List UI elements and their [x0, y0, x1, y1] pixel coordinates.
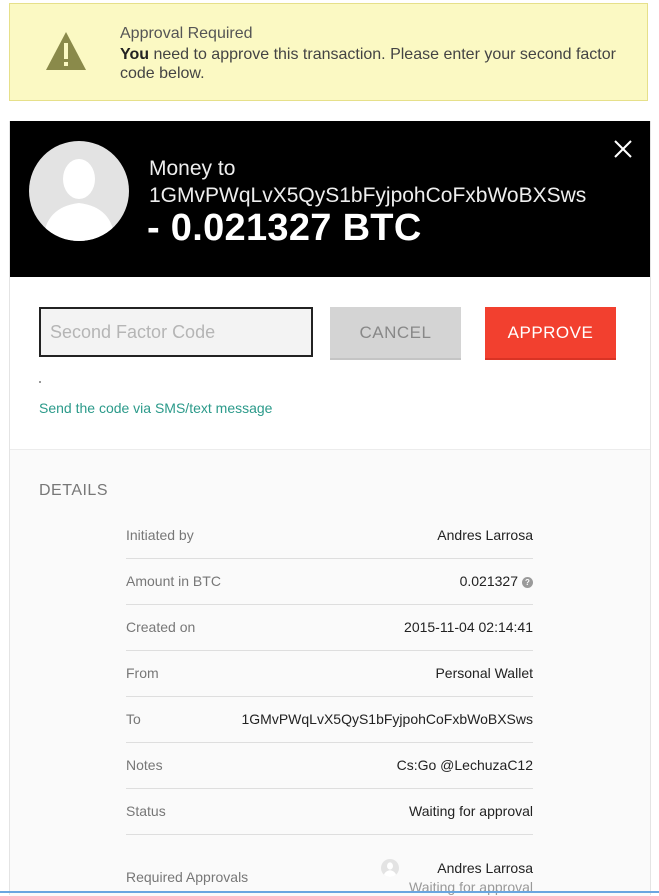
approver-avatar: [381, 859, 400, 877]
detail-label: Created on: [126, 619, 196, 635]
approval-alert: Approval Required You need to approve th…: [9, 3, 648, 101]
detail-row-status: Status Waiting for approval: [126, 788, 533, 835]
alert-message: You need to approve this transaction. Pl…: [120, 45, 620, 83]
detail-row-initiated-by: Initiated by Andres Larrosa: [126, 512, 533, 559]
detail-label: Amount in BTC: [126, 573, 221, 589]
detail-value: Personal Wallet: [435, 665, 533, 681]
detail-row-notes: Notes Cs:Go @LechuzaC12: [126, 742, 533, 789]
detail-value: 2015-11-04 02:14:41: [404, 619, 533, 635]
detail-value: Andres Larrosa: [437, 527, 533, 543]
detail-row-created-on: Created on 2015-11-04 02:14:41: [126, 604, 533, 651]
detail-row-from: From Personal Wallet: [126, 650, 533, 697]
send-sms-link[interactable]: Send the code via SMS/text message: [39, 400, 272, 416]
detail-label: Initiated by: [126, 527, 194, 543]
transaction-panel: Money to 1GMvPWqLvX5QyS1bFyjpohCoFxbWoBX…: [9, 121, 651, 896]
details-title: DETAILS: [39, 482, 108, 499]
detail-row-to: To 1GMvPWqLvX5QyS1bFyjpohCoFxbWoBXSws: [126, 696, 533, 743]
second-factor-code-input[interactable]: [39, 307, 313, 357]
cancel-button[interactable]: CANCEL: [330, 307, 461, 360]
detail-value: 0.021327: [459, 573, 518, 589]
alert-title: Approval Required: [120, 25, 253, 42]
detail-label: Required Approvals: [126, 869, 249, 885]
user-silhouette-icon: [383, 862, 397, 877]
detail-label: Notes: [126, 757, 163, 773]
close-icon[interactable]: [610, 136, 636, 162]
transaction-amount: - 0.021327 BTC: [147, 207, 422, 249]
detail-value-wrap: 0.021327?: [460, 573, 533, 589]
detail-value: Cs:Go @LechuzaC12: [396, 757, 533, 773]
approver-name: Andres Larrosa: [437, 860, 533, 876]
approve-button[interactable]: APPROVE: [485, 307, 616, 360]
detail-value: Waiting for approval: [409, 803, 533, 819]
bottom-border: [0, 891, 659, 893]
details-section: DETAILS Initiated by Andres Larrosa Amou…: [10, 449, 650, 896]
detail-row-amount: Amount in BTC 0.021327?: [126, 558, 533, 605]
help-icon[interactable]: ?: [522, 577, 533, 588]
detail-row-required-approvals: Required Approvals Andres Larrosa Waitin…: [126, 850, 533, 896]
divider-dot: [39, 381, 41, 383]
detail-label: To: [126, 711, 141, 727]
transaction-header: Money to 1GMvPWqLvX5QyS1bFyjpohCoFxbWoBX…: [10, 121, 650, 277]
detail-label: From: [126, 665, 159, 681]
detail-value: 1GMvPWqLvX5QyS1bFyjpohCoFxbWoBXSws: [241, 711, 533, 727]
alert-message-strong: You: [120, 46, 150, 63]
alert-message-text: need to approve this transaction. Please…: [120, 46, 616, 82]
detail-label: Status: [126, 803, 166, 819]
avatar: [29, 141, 129, 241]
recipient-label: Money to: [149, 157, 236, 180]
warning-triangle-icon: [46, 32, 86, 70]
user-silhouette-icon: [43, 159, 115, 241]
recipient-address: 1GMvPWqLvX5QyS1bFyjpohCoFxbWoBXSws: [149, 184, 587, 207]
approver: Andres Larrosa Waiting for approval: [381, 859, 533, 895]
